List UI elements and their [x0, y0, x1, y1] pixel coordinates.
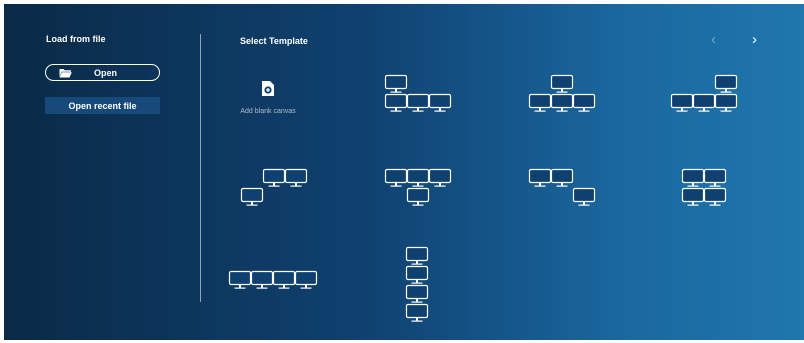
- monitor-icon: [572, 187, 596, 206]
- select-template-heading: Select Template: [240, 36, 308, 46]
- monitor-icon: [240, 187, 264, 206]
- monitor-layout-icon: [240, 168, 308, 206]
- monitor-icon: [681, 168, 705, 187]
- monitor-layout-icon: [228, 270, 318, 289]
- monitor-icon: [428, 168, 452, 187]
- monitor-icon: [250, 270, 274, 289]
- monitor-icon: [405, 303, 429, 322]
- monitor-icon: [384, 74, 408, 93]
- previous-page-button[interactable]: ‹: [711, 30, 716, 50]
- vertical-divider: [200, 34, 201, 302]
- folder-open-icon: [59, 69, 72, 78]
- monitor-icon: [550, 168, 574, 187]
- monitor-layout-icon: [528, 74, 596, 112]
- monitor-icon: [262, 168, 286, 187]
- monitor-layout-icon: [384, 168, 452, 206]
- add-blank-canvas-tile[interactable]: Add blank canvas: [228, 80, 308, 120]
- monitor-icon: [703, 187, 727, 206]
- monitor-icon: [550, 74, 574, 93]
- open-recent-file-button[interactable]: Open recent file: [45, 97, 160, 114]
- add-blank-canvas-label: Add blank canvas: [240, 108, 296, 115]
- template-layout-1[interactable]: [384, 74, 453, 119]
- monitor-icon: [692, 93, 716, 112]
- monitor-icon: [384, 168, 408, 187]
- monitor-layout-icon: [384, 74, 452, 112]
- monitor-layout-icon: [405, 246, 429, 322]
- template-layout-7[interactable]: [681, 168, 728, 213]
- monitor-icon: [405, 265, 429, 284]
- add-file-icon: [262, 81, 274, 96]
- monitor-layout-icon: [681, 168, 727, 206]
- monitor-icon: [714, 74, 738, 93]
- start-panel: Load from file Open Open recent file Sel…: [4, 4, 804, 340]
- monitor-icon: [405, 284, 429, 303]
- template-layout-6[interactable]: [528, 168, 597, 213]
- monitor-icon: [406, 168, 430, 187]
- template-layout-2[interactable]: [528, 74, 597, 119]
- monitor-icon: [572, 93, 596, 112]
- open-button-label: Open: [94, 68, 118, 78]
- template-layout-3[interactable]: [670, 74, 739, 119]
- load-from-file-heading: Load from file: [46, 34, 106, 44]
- template-layout-8[interactable]: [228, 270, 319, 296]
- monitor-icon: [703, 168, 727, 187]
- monitor-icon: [384, 93, 408, 112]
- monitor-icon: [228, 270, 252, 289]
- monitor-layout-icon: [670, 74, 738, 112]
- template-layout-9[interactable]: [405, 246, 430, 329]
- monitor-icon: [284, 168, 308, 187]
- monitor-icon: [405, 246, 429, 265]
- monitor-icon: [681, 187, 705, 206]
- template-layout-5[interactable]: [384, 168, 453, 213]
- monitor-icon: [528, 93, 552, 112]
- monitor-icon: [714, 93, 738, 112]
- template-layout-4[interactable]: [240, 168, 309, 213]
- monitor-icon: [406, 187, 430, 206]
- open-button[interactable]: Open: [45, 64, 160, 81]
- monitor-icon: [294, 270, 318, 289]
- monitor-icon: [550, 93, 574, 112]
- monitor-layout-icon: [528, 168, 596, 206]
- monitor-icon: [406, 93, 430, 112]
- monitor-icon: [528, 168, 552, 187]
- monitor-icon: [670, 93, 694, 112]
- monitor-icon: [428, 93, 452, 112]
- monitor-icon: [272, 270, 296, 289]
- next-page-button[interactable]: ›: [752, 30, 757, 50]
